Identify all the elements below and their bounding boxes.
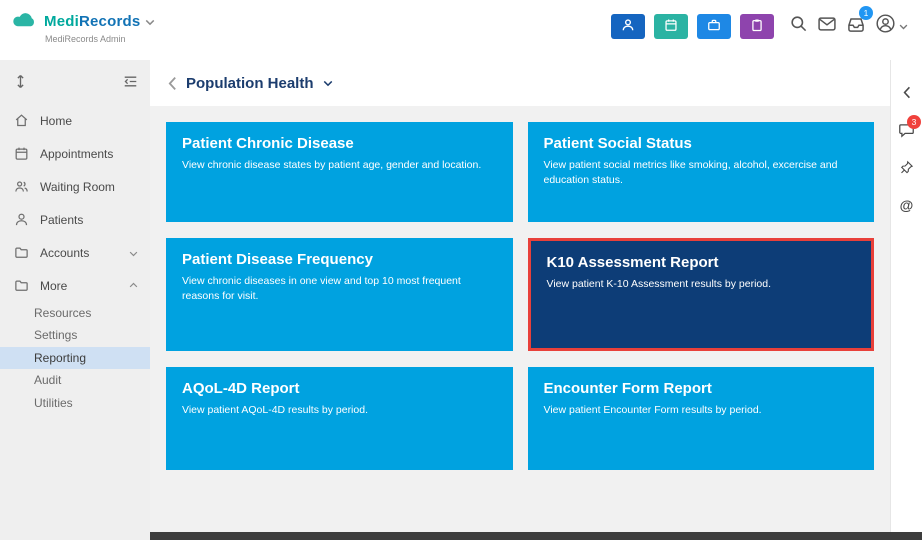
mail-icon [817,14,837,39]
folder-icon [14,278,29,293]
inbox-badge: 1 [859,5,873,20]
card-description: View patient K-10 Assessment results by … [546,278,772,290]
quick-add-task-button[interactable] [740,13,774,39]
chevron-down-icon [145,13,155,31]
calendar-icon [664,18,678,35]
card-title: Patient Chronic Disease [182,135,354,152]
card-title: Patient Disease Frequency [182,251,373,268]
card-title: AQoL-4D Report [182,380,300,397]
chat-badge: 3 [907,115,921,129]
card-patient-social-status[interactable]: Patient Social Status View patient socia… [527,122,874,222]
chevron-left-icon [903,86,911,104]
main-area: Population Health Patient Chronic Diseas… [150,60,890,540]
sidebar-subitem-resources[interactable]: Resources [0,302,150,324]
sidebar-item-label: Home [40,113,73,128]
resize-sidebar-icon[interactable] [14,74,27,94]
page-header: Population Health [150,60,890,106]
sidebar-subitem-utilities[interactable]: Utilities [0,392,150,414]
calendar-icon [14,146,29,161]
sidebar-item-appointments[interactable]: Appointments [0,137,150,170]
briefcase-icon [707,18,721,35]
brand-subtitle: MediRecords Admin [45,34,126,44]
search-icon [789,14,808,38]
page-title[interactable]: Population Health [186,75,314,92]
card-encounter-form-report[interactable]: Encounter Form Report View patient Encou… [527,367,874,470]
card-title: Encounter Form Report [543,380,712,397]
at-mention-icon: @ [899,197,914,213]
home-icon [14,113,29,128]
card-description: View patient AQoL-4D results by period. [182,404,368,416]
sidebar-item-label: Accounts [40,245,90,260]
sidebar-subitem-audit[interactable]: Audit [0,369,150,391]
folder-icon [14,245,29,260]
sidebar-item-patients[interactable]: Patients [0,203,150,236]
profile-icon [875,13,896,39]
sidebar-item-label: More [40,278,68,293]
sidebar-subitem-reporting[interactable]: Reporting [0,346,150,370]
collapse-sidebar-icon[interactable] [123,75,138,93]
chat-button[interactable]: 3 [898,115,921,143]
back-chevron-icon[interactable] [168,76,177,91]
inbox-button[interactable]: 1 [846,5,873,39]
sidebar-subitem-settings[interactable]: Settings [0,324,150,346]
at-mention-button[interactable]: @ [900,197,914,213]
expand-panel-button[interactable] [903,86,911,104]
chevron-down-icon[interactable] [323,74,333,92]
card-k10-assessment-report[interactable]: K10 Assessment Report View patient K-10 … [527,238,874,351]
sidebar-item-label: Appointments [40,146,114,161]
sidebar-item-accounts[interactable]: Accounts [0,236,150,269]
pin-button[interactable] [899,160,914,180]
sidebar-item-waiting-room[interactable]: Waiting Room [0,170,150,203]
search-button[interactable] [789,14,808,38]
topbar: MediRecords MediRecords Admin 1 [0,0,922,60]
chevron-down-icon [899,17,908,35]
cloud-logo-icon [10,10,39,33]
right-rail: 3 @ [890,60,922,540]
chevron-up-icon [129,279,138,293]
sidebar-item-label: Waiting Room [40,179,115,194]
messages-button[interactable] [817,14,837,39]
topbar-actions: 1 [611,5,908,39]
profile-menu-button[interactable] [875,13,908,39]
report-card-grid: Patient Chronic Disease View chronic dis… [150,106,890,540]
brand-menu[interactable]: MediRecords MediRecords Admin [10,10,155,44]
sidebar-item-home[interactable]: Home [0,104,150,137]
sidebar-item-more[interactable]: More [0,269,150,302]
quick-add-patient-button[interactable] [611,13,645,39]
app-window: MediRecords MediRecords Admin 1 Home App… [0,0,922,540]
quick-add-case-button[interactable] [697,13,731,39]
horizontal-scrollbar[interactable] [150,532,922,540]
sidebar: Home Appointments Waiting Room Patients [0,60,150,540]
card-description: View chronic disease states by patient a… [182,159,482,171]
card-title: K10 Assessment Report [546,254,719,271]
card-title: Patient Social Status [543,135,692,152]
clipboard-icon [750,18,764,35]
card-aqol-4d-report[interactable]: AQoL-4D Report View patient AQoL-4D resu… [166,367,513,470]
card-patient-chronic-disease[interactable]: Patient Chronic Disease View chronic dis… [166,122,513,222]
quick-add-appointment-button[interactable] [654,13,688,39]
card-description: View patient Encounter Form results by p… [543,404,762,416]
card-patient-disease-frequency[interactable]: Patient Disease Frequency View chronic d… [166,238,513,351]
people-icon [14,179,29,194]
person-icon [14,212,29,227]
pin-icon [899,160,914,180]
brand-name: MediRecords [44,13,141,30]
chevron-down-icon [129,246,138,260]
sidebar-item-label: Patients [40,212,84,227]
person-icon [621,18,635,35]
card-description: View chronic diseases in one view and to… [182,275,461,302]
card-description: View patient social metrics like smoking… [543,159,838,186]
